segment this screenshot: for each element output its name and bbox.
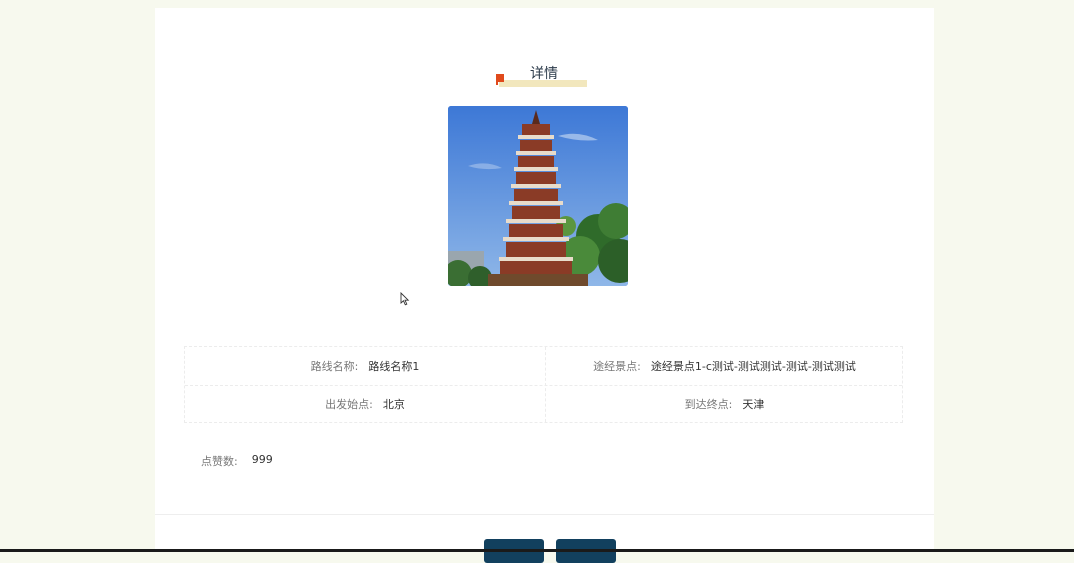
flag-icon — [496, 74, 504, 85]
via-spots-cell: 途经景点: 途经景点1-c测试-测试测试-测试-测试测试 — [545, 347, 904, 385]
likes-value: 999 — [251, 453, 273, 466]
page-title: 详情 — [530, 66, 558, 82]
end-value: 天津 — [742, 398, 765, 411]
detail-panel: 详情 路线名称: 路线名称1 途经景点: 途经景点1-c测试-测试测试-测试-测… — [155, 8, 934, 563]
likes-label: 点赞数: — [201, 455, 238, 468]
start-label: 出发始点: — [325, 398, 373, 411]
via-spots-value: 途经景点1-c测试-测试测试-测试-测试测试 — [650, 360, 856, 373]
route-name-value: 路线名称1 — [368, 360, 420, 373]
pagoda-image — [448, 106, 628, 286]
mouse-cursor-icon — [400, 292, 410, 306]
footer-divider — [155, 514, 934, 515]
route-name-label: 路线名称: — [310, 360, 359, 373]
detail-heading: 详情 — [496, 62, 596, 96]
start-value: 北京 — [382, 398, 405, 411]
via-spots-label: 途经景点: — [593, 360, 641, 373]
likes-row: 点赞数: 999 — [201, 453, 273, 469]
start-cell: 出发始点: 北京 — [185, 385, 545, 423]
route-photo — [448, 106, 628, 286]
details-table: 路线名称: 路线名称1 途经景点: 途经景点1-c测试-测试测试-测试-测试测试… — [184, 346, 903, 423]
route-name-cell: 路线名称: 路线名称1 — [185, 347, 545, 385]
end-cell: 到达终点: 天津 — [545, 385, 904, 423]
end-label: 到达终点: — [684, 398, 733, 411]
